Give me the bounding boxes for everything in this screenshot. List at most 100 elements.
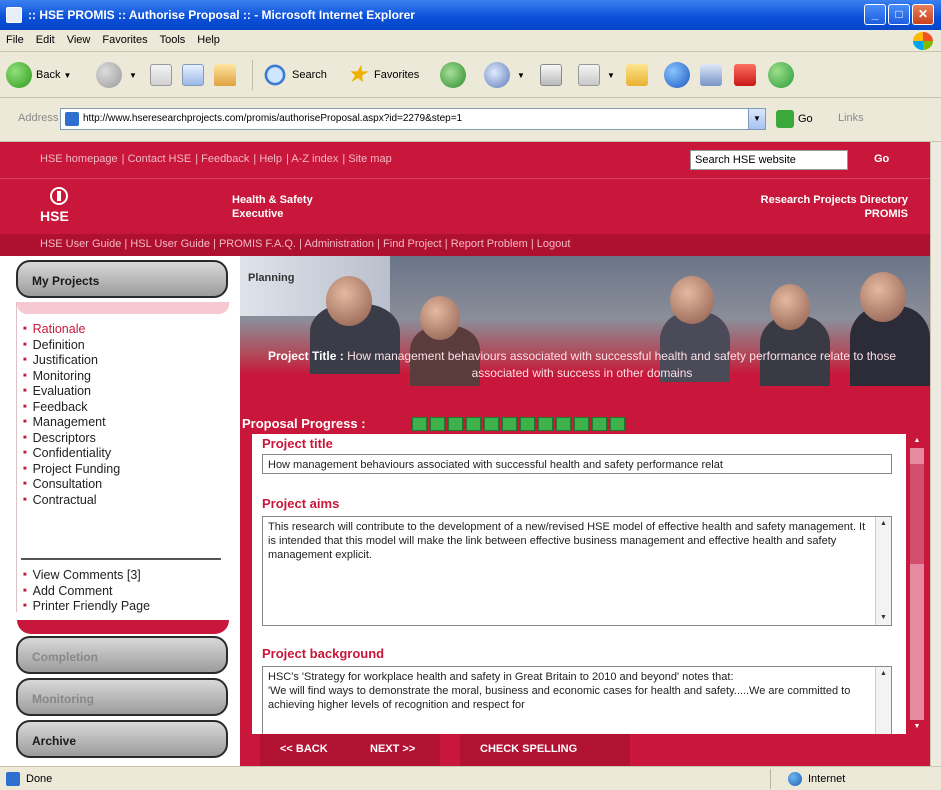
link-administration[interactable]: Administration bbox=[304, 238, 374, 250]
link-find-project[interactable]: Find Project bbox=[383, 238, 442, 250]
research-button[interactable] bbox=[700, 60, 726, 90]
form-scroll-thumb[interactable] bbox=[910, 464, 924, 564]
project-background-textarea[interactable]: HSC's 'Strategy for workplace health and… bbox=[262, 666, 892, 734]
go-button[interactable]: Go bbox=[776, 110, 813, 128]
planning-banner: Planning Project Title : How management … bbox=[240, 256, 930, 414]
maximize-button[interactable]: □ bbox=[888, 4, 910, 25]
progress-cell bbox=[592, 417, 607, 431]
check-spelling-button[interactable]: CHECK SPELLING bbox=[480, 743, 577, 755]
view-comments-link[interactable]: View Comments [3] bbox=[23, 568, 150, 584]
top-links: HSE homepage | Contact HSE | Feedback | Hel… bbox=[40, 153, 392, 165]
back-step-button[interactable]: << BACK bbox=[280, 743, 328, 755]
link-hse-homepage[interactable]: HSE homepage bbox=[40, 153, 118, 165]
my-projects-tab[interactable]: My Projects bbox=[16, 260, 228, 298]
scroll-up-icon[interactable]: ▲ bbox=[876, 517, 891, 531]
form-scrollbar[interactable]: ▲ ▼ bbox=[910, 434, 924, 734]
pdf-button[interactable] bbox=[734, 60, 760, 90]
address-input[interactable]: http://www.hseresearchprojects.com/promi… bbox=[60, 108, 766, 130]
link-contact-hse[interactable]: Contact HSE bbox=[128, 153, 192, 165]
link-feedback[interactable]: Feedback bbox=[201, 153, 249, 165]
aims-scrollbar[interactable]: ▲ ▼ bbox=[875, 517, 891, 625]
directory-title-line2: PROMIS bbox=[864, 208, 908, 220]
contacts-button[interactable] bbox=[768, 60, 798, 90]
link-hsl-user-guide[interactable]: HSL User Guide bbox=[130, 238, 210, 250]
add-comment-link[interactable]: Add Comment bbox=[23, 584, 150, 600]
menu-view[interactable]: View bbox=[61, 30, 97, 46]
links-toolbar[interactable]: Links bbox=[838, 112, 864, 124]
history-button[interactable] bbox=[440, 60, 470, 90]
link-a-z-index[interactable]: A-Z index bbox=[291, 153, 338, 165]
close-button[interactable]: ✕ bbox=[912, 4, 934, 25]
page-scrollbar[interactable] bbox=[930, 142, 941, 766]
step-consultation[interactable]: Consultation bbox=[23, 477, 120, 493]
step-evaluation[interactable]: Evaluation bbox=[23, 384, 120, 400]
link-promis-faq[interactable]: PROMIS F.A.Q. bbox=[219, 238, 296, 250]
favorites-button[interactable]: ★ Favorites bbox=[344, 60, 419, 90]
menu-favorites[interactable]: Favorites bbox=[96, 30, 153, 46]
messenger-button[interactable] bbox=[664, 60, 694, 90]
step-justification[interactable]: Justification bbox=[23, 353, 120, 369]
step-confidentiality[interactable]: Confidentiality bbox=[23, 446, 120, 462]
windows-logo-icon bbox=[913, 32, 933, 50]
search-button[interactable]: Search bbox=[262, 60, 327, 90]
project-aims-text: This research will contribute to the dev… bbox=[268, 521, 866, 561]
step-feedback[interactable]: Feedback bbox=[23, 400, 120, 416]
project-aims-textarea[interactable]: This research will contribute to the dev… bbox=[262, 516, 892, 626]
ie-page-icon bbox=[6, 7, 22, 23]
form-scroll-up-icon[interactable]: ▲ bbox=[910, 434, 924, 448]
step-monitoring[interactable]: Monitoring bbox=[23, 369, 120, 385]
back-button[interactable]: Back ▼ bbox=[6, 60, 71, 90]
progress-cell bbox=[538, 417, 553, 431]
scroll-up-icon[interactable]: ▲ bbox=[876, 667, 891, 681]
completion-tab[interactable]: Completion bbox=[16, 636, 228, 674]
print-button[interactable] bbox=[540, 60, 566, 90]
step-descriptors[interactable]: Descriptors bbox=[23, 431, 120, 447]
status-bar: Done Internet bbox=[0, 766, 941, 790]
left-sidebar: My Projects Rationale Definition Justifi… bbox=[0, 256, 232, 766]
stop-button[interactable] bbox=[150, 60, 176, 90]
site-search-go-button[interactable]: Go bbox=[874, 153, 889, 165]
progress-label: Proposal Progress : bbox=[242, 416, 366, 431]
home-button[interactable] bbox=[214, 60, 240, 90]
next-step-button[interactable]: NEXT >> bbox=[370, 743, 415, 755]
address-dropdown[interactable]: ▼ bbox=[748, 108, 766, 130]
folder-button[interactable] bbox=[626, 60, 652, 90]
menu-file[interactable]: File bbox=[0, 30, 30, 46]
menu-edit[interactable]: Edit bbox=[30, 30, 61, 46]
step-definition[interactable]: Definition bbox=[23, 338, 120, 354]
site-search-input[interactable]: Search HSE website bbox=[690, 150, 848, 170]
folder-icon bbox=[626, 64, 648, 86]
link-report-problem[interactable]: Report Problem bbox=[451, 238, 528, 250]
link-logout[interactable]: Logout bbox=[537, 238, 571, 250]
forward-button[interactable]: ▼ bbox=[96, 60, 137, 90]
project-title-heading: Project Title : How management behaviour… bbox=[242, 348, 922, 382]
project-title-input[interactable]: How management behaviours associated wit… bbox=[262, 454, 892, 474]
secondary-nav: HSE User Guide | HSL User Guide | PROMIS… bbox=[0, 234, 930, 256]
archive-tab[interactable]: Archive bbox=[16, 720, 228, 758]
browser-toolbar: Back ▼ ▼ Search ★ Favorites ▼ ▼ bbox=[0, 52, 941, 98]
extra-actions: View Comments [3] Add Comment Printer Fr… bbox=[23, 568, 150, 615]
step-contractual[interactable]: Contractual bbox=[23, 493, 120, 509]
printer-friendly-link[interactable]: Printer Friendly Page bbox=[23, 599, 150, 615]
menu-help[interactable]: Help bbox=[191, 30, 226, 46]
menu-tools[interactable]: Tools bbox=[154, 30, 192, 46]
link-site-map[interactable]: Site map bbox=[348, 153, 391, 165]
scroll-down-icon[interactable]: ▼ bbox=[876, 611, 891, 625]
mail-button[interactable]: ▼ bbox=[484, 60, 525, 90]
hse-top-bar: HSE homepage | Contact HSE | Feedback | Hel… bbox=[0, 142, 930, 178]
refresh-button[interactable] bbox=[182, 60, 208, 90]
star-icon: ★ bbox=[346, 61, 368, 88]
step-rationale[interactable]: Rationale bbox=[23, 322, 120, 338]
link-help[interactable]: Help bbox=[259, 153, 282, 165]
edit-button[interactable]: ▼ bbox=[578, 60, 615, 90]
step-project-funding[interactable]: Project Funding bbox=[23, 462, 121, 478]
minimize-button[interactable]: _ bbox=[864, 4, 886, 25]
hse-logo[interactable]: HSE bbox=[40, 187, 78, 227]
org-name-line1: Health & Safety bbox=[232, 194, 313, 206]
form-scroll-down-icon[interactable]: ▼ bbox=[910, 720, 924, 734]
background-scrollbar[interactable]: ▲ bbox=[875, 667, 891, 734]
monitoring-tab[interactable]: Monitoring bbox=[16, 678, 228, 716]
window-titlebar: :: HSE PROMIS :: Authorise Proposal :: -… bbox=[0, 0, 941, 30]
link-hse-user-guide[interactable]: HSE User Guide bbox=[40, 238, 121, 250]
step-management[interactable]: Management bbox=[23, 415, 120, 431]
